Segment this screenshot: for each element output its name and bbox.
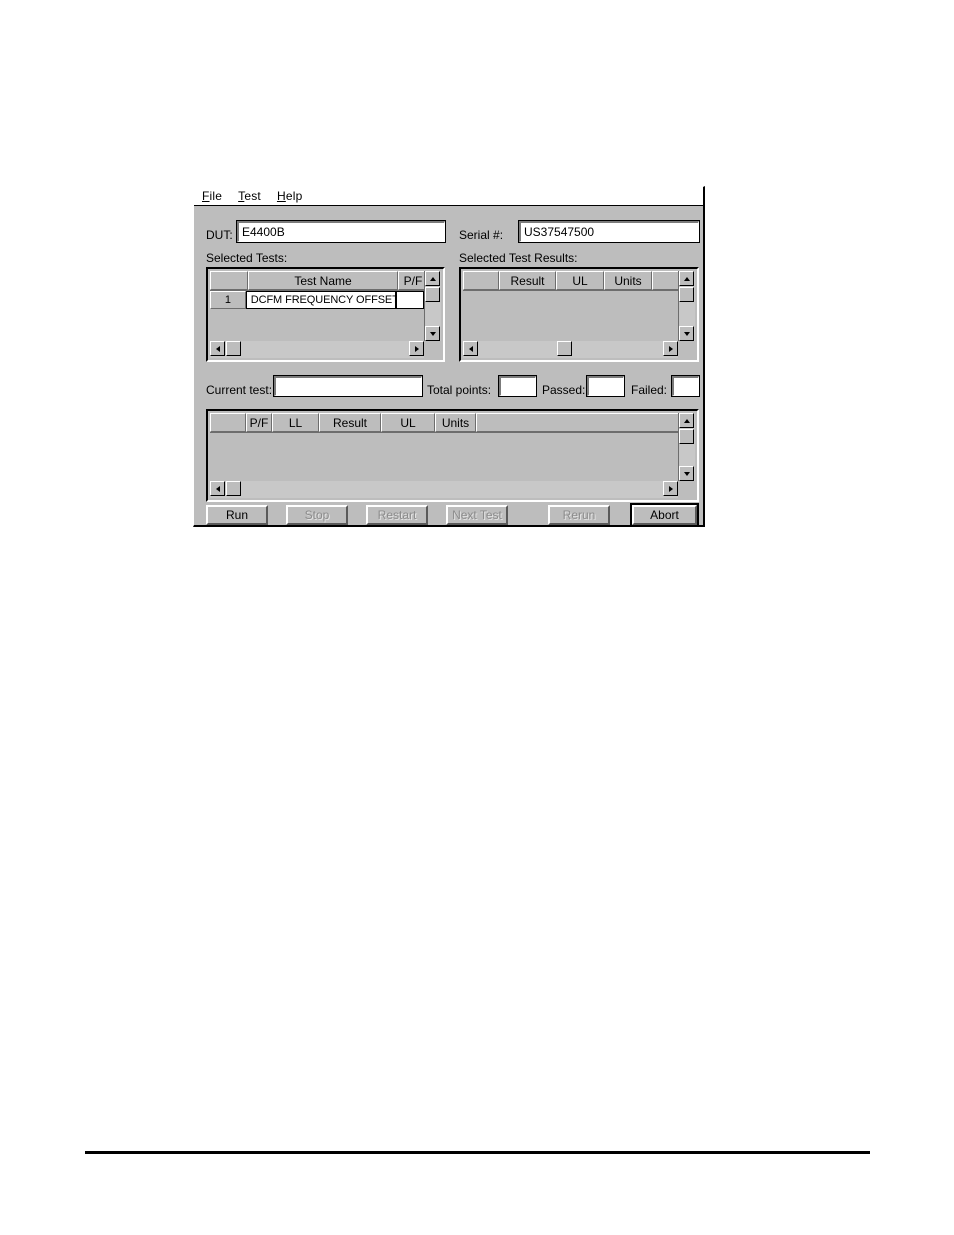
vscroll-thumb[interactable] — [679, 287, 694, 302]
results-body — [463, 290, 678, 341]
results-col-ul[interactable]: UL — [556, 271, 604, 290]
detail-col-units[interactable]: Units — [435, 413, 476, 432]
results-col-result[interactable]: Result — [499, 271, 556, 290]
detail-col-result[interactable]: Result — [319, 413, 381, 432]
vscroll-thumb[interactable] — [679, 429, 694, 444]
hscroll-track[interactable] — [210, 481, 678, 498]
selected-tests-col-index[interactable] — [210, 271, 248, 290]
abort-button[interactable]: Abort — [632, 505, 697, 525]
selected-tests-vscrollbar[interactable] — [424, 271, 441, 341]
results-vscrollbar[interactable] — [678, 271, 695, 341]
dut-input[interactable]: E4400B — [236, 220, 446, 243]
arrow-down-icon[interactable] — [679, 466, 694, 481]
passed-value[interactable] — [586, 375, 625, 397]
total-points-value[interactable] — [498, 375, 537, 397]
selected-tests-grid[interactable]: Test Name P/F 1 DCFM FREQUENCY OFFSET — [206, 267, 445, 362]
arrow-down-icon[interactable] — [679, 326, 694, 341]
selected-tests-header-row: Test Name P/F — [210, 271, 428, 290]
arrow-up-icon[interactable] — [679, 271, 694, 286]
detail-body — [210, 432, 678, 481]
test-detail-grid-inner: P/F LL Result UL Units — [210, 413, 695, 498]
abort-button-default-frame: Abort — [630, 503, 699, 527]
table-row[interactable]: 1 DCFM FREQUENCY OFFSET — [210, 291, 424, 309]
menu-item-file[interactable]: File — [202, 189, 222, 203]
vscroll-thumb[interactable] — [425, 287, 440, 302]
detail-col-blank[interactable] — [476, 413, 682, 432]
selected-tests-hscrollbar[interactable] — [210, 341, 424, 358]
selected-test-results-grid[interactable]: Result UL Units — [459, 267, 699, 362]
detail-col-pf[interactable]: P/F — [246, 413, 272, 432]
button-bar: Run Stop Restart Next Test Rerun Abort — [206, 503, 699, 527]
test-executive-window: File Test Help DUT: E4400B Serial #: US3… — [193, 186, 705, 527]
hscroll-track[interactable] — [210, 341, 424, 358]
passed-label: Passed: — [542, 383, 586, 397]
detail-hscrollbar[interactable] — [210, 481, 678, 498]
stop-button[interactable]: Stop — [286, 505, 348, 525]
dut-label: DUT: — [206, 228, 233, 242]
arrow-left-icon[interactable] — [463, 341, 478, 356]
detail-vscrollbar[interactable] — [678, 413, 695, 481]
arrow-right-icon[interactable] — [663, 341, 678, 356]
total-points-label: Total points: — [427, 383, 492, 397]
row-pf-cell[interactable] — [395, 291, 424, 309]
detail-col-ul[interactable]: UL — [381, 413, 435, 432]
selected-tests-col-name[interactable]: Test Name — [248, 271, 398, 290]
arrow-right-icon[interactable] — [663, 481, 678, 496]
menu-item-help-rest: elp — [285, 189, 303, 203]
arrow-up-icon[interactable] — [679, 413, 694, 428]
menu-item-file-rest: ile — [209, 189, 223, 203]
arrow-down-icon[interactable] — [425, 326, 440, 341]
detail-col-index[interactable] — [210, 413, 246, 432]
arrow-right-icon[interactable] — [409, 341, 424, 356]
detail-col-ll[interactable]: LL — [272, 413, 319, 432]
detail-header-row: P/F LL Result UL Units — [210, 413, 682, 432]
hscroll-thumb[interactable] — [226, 481, 241, 496]
document-page: File Test Help DUT: E4400B Serial #: US3… — [0, 0, 954, 1235]
footer-rule — [85, 1151, 870, 1154]
menu-bar: File Test Help — [194, 187, 703, 206]
serial-number-label: Serial #: — [459, 228, 504, 242]
hscroll-thumb[interactable] — [557, 341, 572, 356]
selected-test-results-label: Selected Test Results: — [459, 251, 578, 265]
arrow-left-icon[interactable] — [210, 481, 225, 496]
test-detail-grid[interactable]: P/F LL Result UL Units — [206, 409, 699, 502]
menu-item-test[interactable]: Test — [238, 189, 261, 203]
run-button[interactable]: Run — [206, 505, 268, 525]
results-hscrollbar[interactable] — [463, 341, 678, 358]
results-col-units[interactable]: Units — [604, 271, 652, 290]
menu-item-help[interactable]: Help — [277, 189, 303, 203]
arrow-left-icon[interactable] — [210, 341, 225, 356]
current-test-label: Current test: — [206, 383, 273, 397]
selected-tests-body: 1 DCFM FREQUENCY OFFSET — [210, 290, 424, 341]
next-test-button[interactable]: Next Test — [446, 505, 508, 525]
row-index-cell: 1 — [210, 291, 246, 309]
arrow-up-icon[interactable] — [425, 271, 440, 286]
current-test-input[interactable] — [273, 375, 423, 397]
rerun-button[interactable]: Rerun — [548, 505, 610, 525]
selected-tests-label: Selected Tests: — [206, 251, 288, 265]
selected-tests-grid-inner: Test Name P/F 1 DCFM FREQUENCY OFFSET — [210, 271, 441, 358]
selected-test-results-grid-inner: Result UL Units — [463, 271, 695, 358]
failed-value[interactable] — [671, 375, 700, 397]
restart-button[interactable]: Restart — [366, 505, 428, 525]
serial-number-input[interactable]: US37547500 — [518, 220, 700, 243]
menu-item-test-rest: est — [244, 189, 261, 203]
failed-label: Failed: — [631, 383, 668, 397]
hscroll-thumb[interactable] — [226, 341, 241, 356]
row-name-cell[interactable]: DCFM FREQUENCY OFFSET — [245, 291, 399, 309]
results-col-index[interactable] — [463, 271, 499, 290]
results-header-row: Result UL Units — [463, 271, 682, 290]
